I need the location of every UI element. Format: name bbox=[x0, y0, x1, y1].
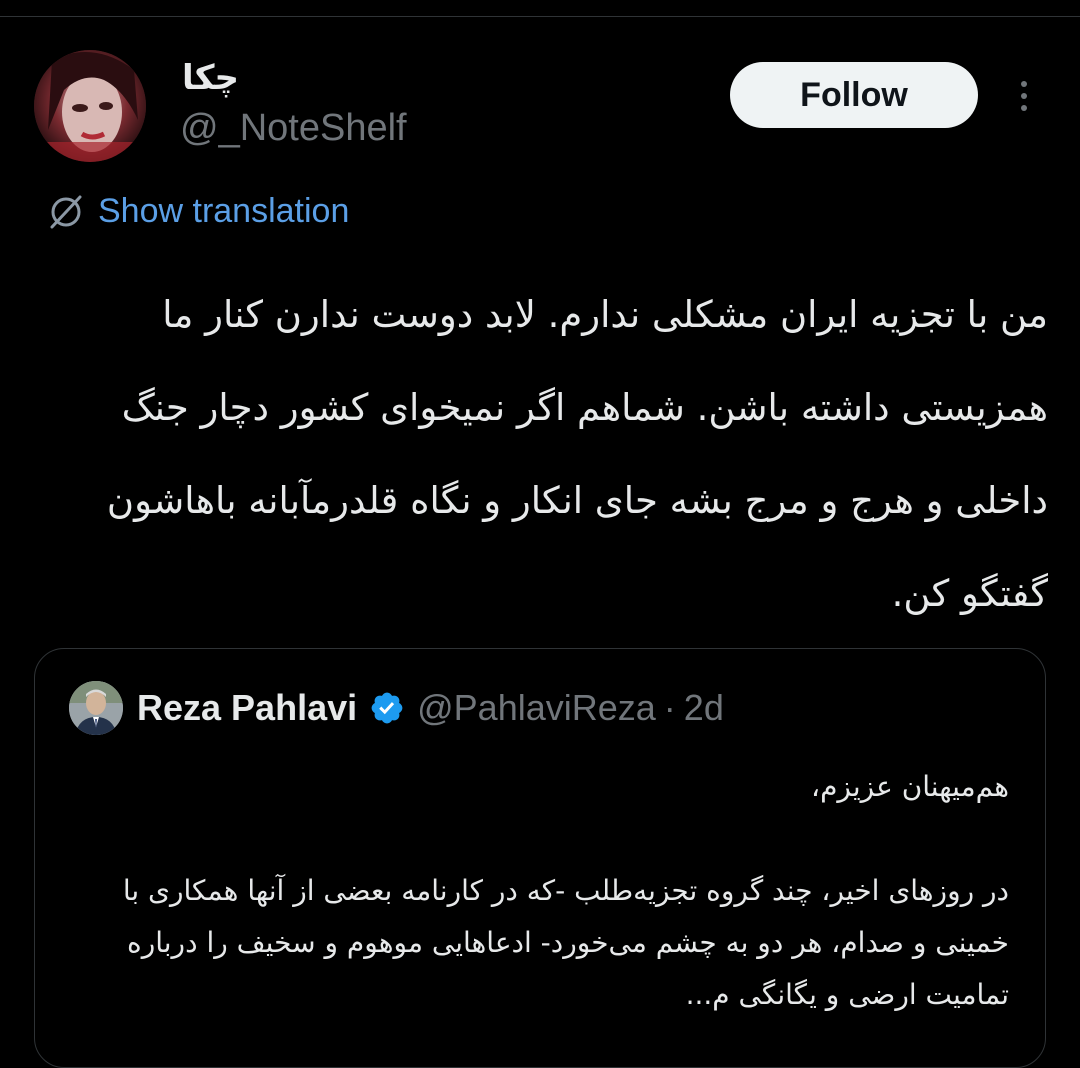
dot bbox=[1021, 81, 1027, 87]
quoted-author-name[interactable]: Reza Pahlavi bbox=[137, 687, 357, 729]
quoted-author-handle[interactable]: @PahlaviReza bbox=[417, 687, 656, 729]
verified-badge-icon bbox=[371, 692, 403, 724]
quoted-tweet-body: هم‌میهنان عزیزم، در روزهای اخیر، چند گرو… bbox=[49, 761, 1009, 1021]
top-divider bbox=[0, 0, 1080, 17]
more-options-icon[interactable] bbox=[1004, 74, 1044, 118]
show-translation-link[interactable]: Show translation bbox=[46, 186, 349, 236]
author-avatar[interactable] bbox=[34, 50, 146, 162]
author-handle[interactable]: @_NoteShelf bbox=[180, 104, 407, 152]
profile-photo-icon bbox=[34, 50, 146, 162]
dot bbox=[1021, 105, 1027, 111]
dot bbox=[1021, 93, 1027, 99]
author-display-name[interactable]: چکا bbox=[182, 56, 239, 100]
quoted-tweet-header: Reza Pahlavi @PahlaviReza · 2d bbox=[137, 683, 724, 733]
separator-dot: · bbox=[663, 687, 676, 728]
quoted-tweet-time[interactable]: 2d bbox=[684, 687, 724, 729]
show-translation-label: Show translation bbox=[98, 191, 350, 230]
globe-slash-icon bbox=[50, 195, 82, 229]
profile-photo-icon bbox=[69, 681, 123, 735]
quoted-tweet-greeting: هم‌میهنان عزیزم، bbox=[811, 770, 1009, 803]
quoted-tweet-card[interactable]: Reza Pahlavi @PahlaviReza · 2d هم‌میهنان… bbox=[34, 648, 1046, 1068]
tweet-text: من با تجزیه ایران مشکلی ندارم. لابد دوست… bbox=[106, 293, 1048, 615]
quoted-author-avatar[interactable] bbox=[69, 681, 123, 735]
follow-button[interactable]: Follow bbox=[730, 62, 978, 128]
quoted-tweet-text: در روزهای اخیر، چند گروه تجزیه‌طلب -که د… bbox=[122, 874, 1009, 1011]
